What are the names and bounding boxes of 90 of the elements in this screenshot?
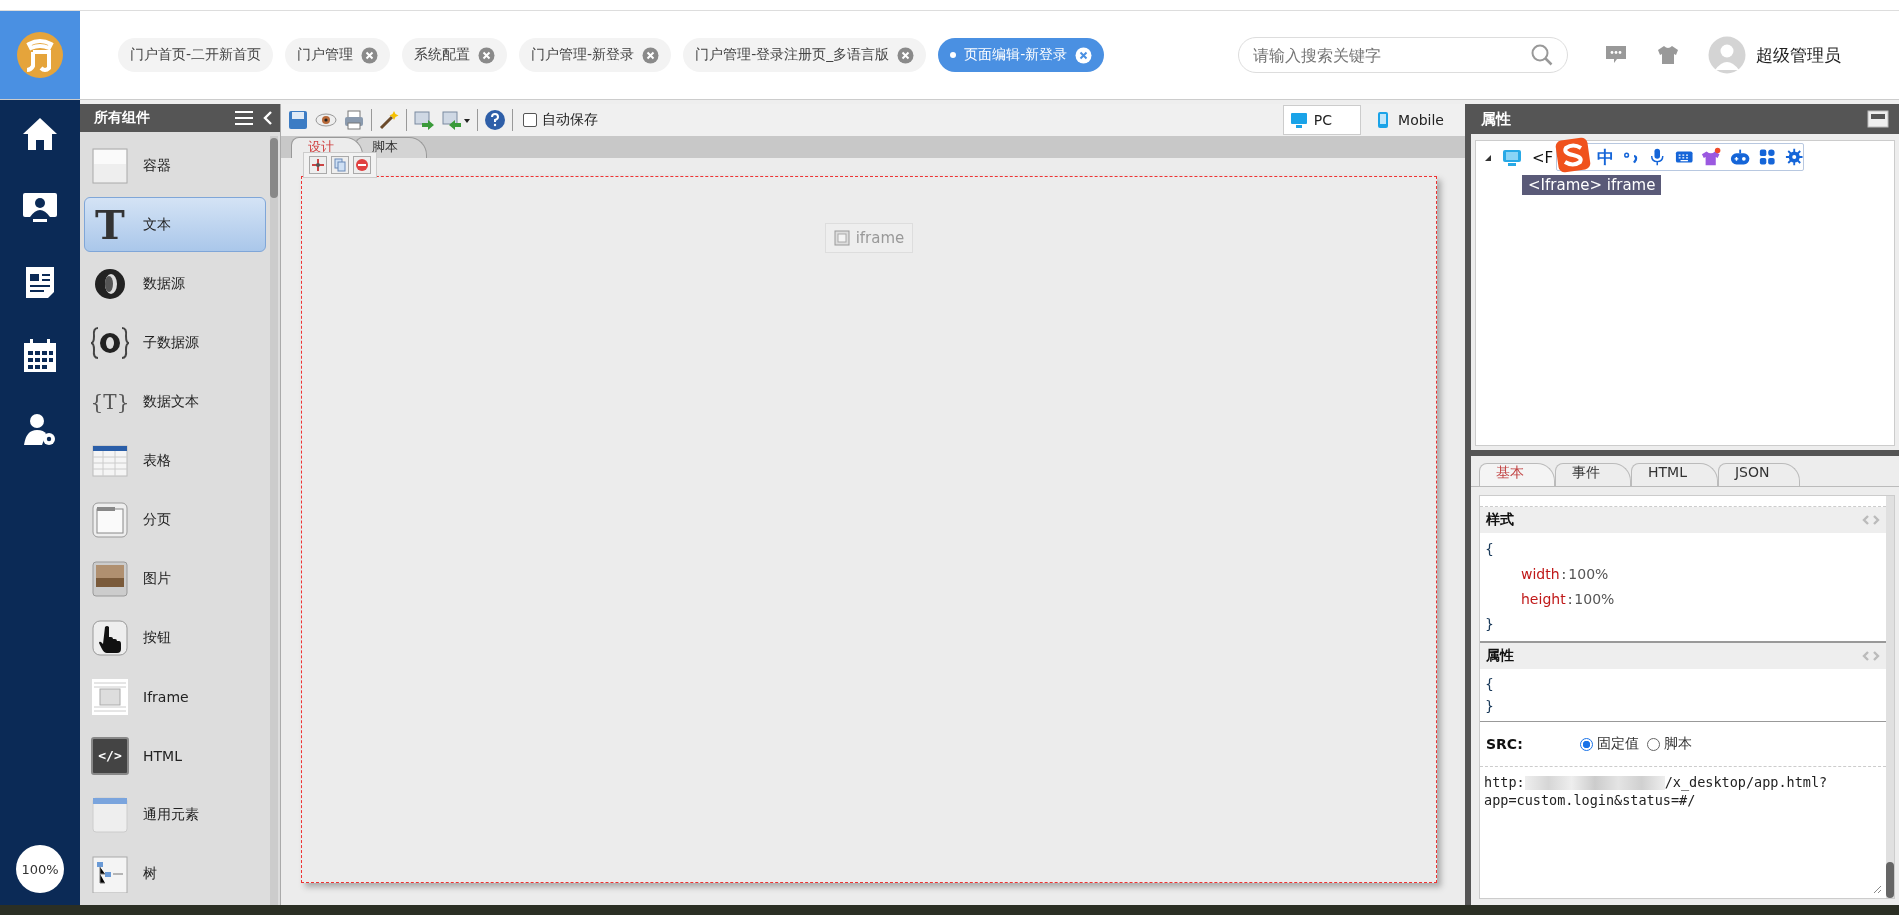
window-icon xyxy=(91,500,129,539)
expand-icon[interactable] xyxy=(1484,154,1492,162)
ime-logo-icon[interactable] xyxy=(1555,137,1591,173)
component-item[interactable]: 分页 xyxy=(84,492,266,547)
user-name[interactable]: 超级管理员 xyxy=(1756,43,1841,67)
component-item[interactable]: 数据源 xyxy=(84,256,266,311)
component-item[interactable]: 容器 xyxy=(84,138,266,193)
device-toggle[interactable]: PC xyxy=(1282,105,1362,135)
iframe-icon xyxy=(833,230,850,246)
shirt-icon[interactable] xyxy=(1656,44,1680,66)
resize-grip-icon[interactable] xyxy=(1872,884,1882,894)
component-item[interactable]: 树 xyxy=(84,846,266,901)
close-icon[interactable] xyxy=(361,46,379,64)
component-item[interactable]: {T} 数据文本 xyxy=(84,374,266,429)
import-icon[interactable] xyxy=(413,109,435,131)
code-text: : xyxy=(1567,591,1573,607)
menu-icon[interactable] xyxy=(234,110,254,126)
export-icon[interactable] xyxy=(441,109,471,131)
radio-option[interactable]: 脚本 xyxy=(1647,735,1692,753)
code-text: : xyxy=(1561,566,1567,582)
panel-title: 属性 xyxy=(1481,109,1511,129)
wand-icon[interactable] xyxy=(378,109,400,131)
page-tab[interactable]: 门户管理-登录注册页_多语言版 xyxy=(683,38,927,72)
close-icon[interactable] xyxy=(642,46,660,64)
panel-title: 所有组件 xyxy=(94,109,151,127)
window-icon xyxy=(91,795,129,834)
component-item[interactable]: 表格 xyxy=(84,433,266,488)
search-field[interactable]: 请输入搜索关键字 xyxy=(1238,37,1568,73)
move-icon[interactable] xyxy=(309,156,327,174)
section-title: 属性 xyxy=(1486,647,1514,665)
gamepad-icon[interactable] xyxy=(1729,147,1751,167)
code-text: } xyxy=(1485,697,1495,716)
component-item[interactable]: 按钮 xyxy=(84,610,266,665)
url-text-area[interactable]: http: /x_desktop/app.html? app=custom.login&status=#/ xyxy=(1480,767,1886,898)
close-icon[interactable] xyxy=(478,46,496,64)
maximize-icon[interactable] xyxy=(1867,110,1889,128)
component-icon: T xyxy=(91,205,129,244)
scrollbar[interactable] xyxy=(1886,496,1894,898)
component-item[interactable]: 子数据源 xyxy=(84,315,266,370)
monitor-icon xyxy=(1289,111,1308,129)
collapse-icon[interactable] xyxy=(262,110,274,126)
autosave-checkbox[interactable]: 自动保存 xyxy=(523,111,598,129)
code-text: } xyxy=(1485,615,1495,634)
css-property: height xyxy=(1521,591,1566,607)
help-icon[interactable] xyxy=(484,109,506,131)
css-property: width xyxy=(1521,566,1560,582)
gear-icon[interactable] xyxy=(1784,147,1803,167)
tree-node[interactable]: <F xyxy=(1532,149,1554,167)
zoom-level[interactable]: 100% xyxy=(16,845,64,893)
field-label: SRC: xyxy=(1486,736,1524,752)
page-tab[interactable]: 门户管理 xyxy=(285,38,391,72)
close-icon[interactable] xyxy=(1075,46,1093,64)
window-icon xyxy=(91,677,129,716)
shirt-icon[interactable] xyxy=(1701,146,1722,168)
window-icon xyxy=(91,146,129,185)
input-mode[interactable]: 中 xyxy=(1597,145,1614,169)
page-tab[interactable]: 门户管理-新登录 xyxy=(519,38,672,72)
monitor-icon xyxy=(1502,149,1522,167)
component-item[interactable]: Iframe xyxy=(84,669,266,724)
photo-icon xyxy=(91,559,129,598)
apps-icon[interactable] xyxy=(1758,147,1777,167)
css-value: 100% xyxy=(1574,591,1615,607)
scrollbar[interactable] xyxy=(270,136,278,905)
hand-icon xyxy=(91,618,129,657)
component-icon: </> xyxy=(91,736,129,775)
code-text: { xyxy=(1485,675,1495,694)
property-tab[interactable]: JSON xyxy=(1717,463,1801,486)
css-value: 100% xyxy=(1568,566,1609,582)
delete-icon[interactable] xyxy=(353,156,371,174)
component-item[interactable]: T 文本 xyxy=(84,197,266,252)
component-item[interactable]: 图片 xyxy=(84,551,266,606)
property-tab[interactable]: HTML xyxy=(1631,463,1718,486)
tree-icon xyxy=(91,854,129,893)
print-icon[interactable] xyxy=(343,109,365,131)
page-tab[interactable]: 门户首页-二开新首页 xyxy=(118,38,274,72)
close-icon[interactable] xyxy=(897,46,915,64)
save-icon[interactable] xyxy=(287,109,309,131)
code-text: { xyxy=(1485,540,1495,559)
logo-icon xyxy=(15,30,65,80)
component-item[interactable]: 通用元素 xyxy=(84,787,266,842)
radio-option[interactable]: 固定值 xyxy=(1580,735,1639,753)
component-item[interactable]: </> HTML xyxy=(84,728,266,783)
search-icon[interactable] xyxy=(1530,43,1554,67)
component-icon: {T} xyxy=(91,382,129,421)
property-tab[interactable]: 基本 xyxy=(1479,463,1555,486)
page-tab[interactable]: 系统配置 xyxy=(402,38,508,72)
property-tab[interactable]: 事件 xyxy=(1555,463,1631,486)
tree-node[interactable]: <Iframe> iframe xyxy=(1522,175,1662,195)
device-toggle[interactable]: Mobile xyxy=(1367,105,1459,135)
section-title: 样式 xyxy=(1486,511,1514,529)
